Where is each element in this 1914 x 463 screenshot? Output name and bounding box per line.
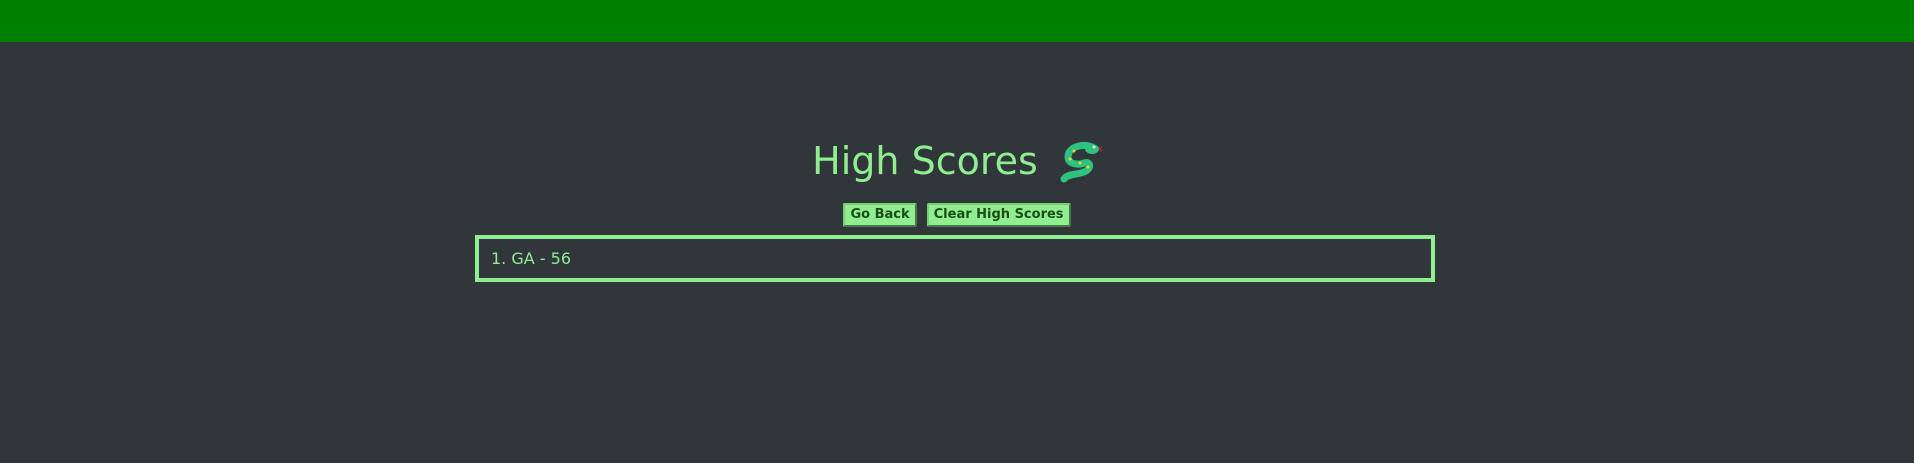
snake-icon — [1058, 139, 1103, 183]
title-row: High Scores — [0, 139, 1914, 183]
page-title: High Scores — [812, 139, 1038, 183]
high-score-list: 1. GA - 56 — [475, 235, 1435, 282]
score-entry: 1. GA - 56 — [491, 249, 571, 268]
button-row: Go Back Clear High Scores — [0, 203, 1914, 227]
clear-high-scores-button[interactable]: Clear High Scores — [926, 203, 1071, 227]
main-content: High Scores Go Back Clear High Scores 1.… — [0, 42, 1914, 463]
top-header-bar — [0, 0, 1914, 42]
go-back-button[interactable]: Go Back — [843, 203, 917, 227]
